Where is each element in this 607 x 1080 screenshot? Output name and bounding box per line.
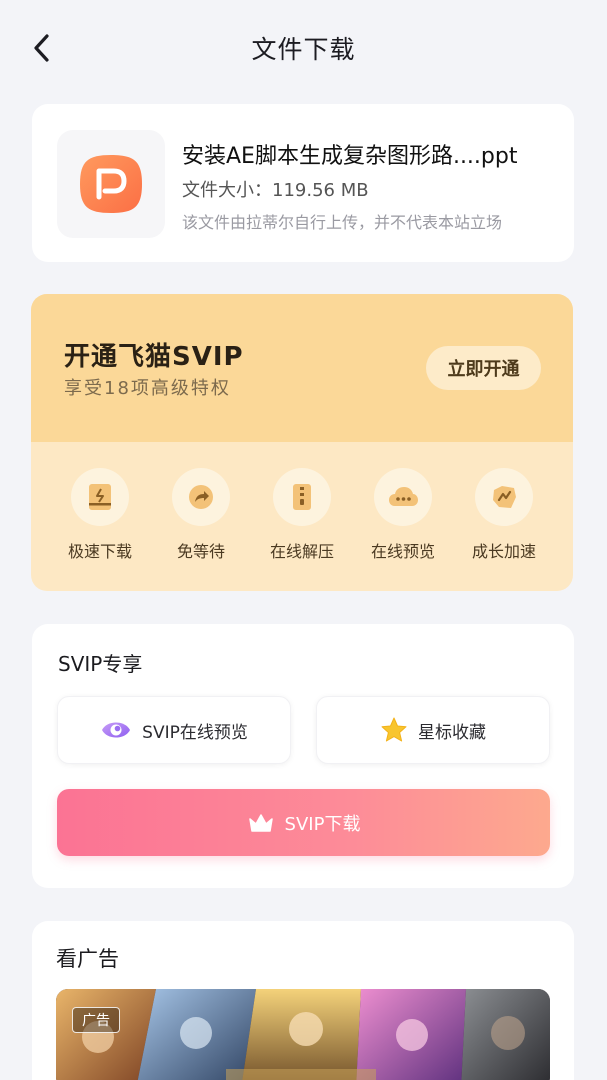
ad-title: 看广告 — [56, 947, 119, 971]
svip-preview-button[interactable]: SVIP在线预览 — [57, 696, 291, 764]
svip-preview-label: SVIP在线预览 — [142, 722, 248, 743]
perk-no-wait[interactable]: 免等待 — [151, 468, 251, 562]
perk-label: 在线解压 — [269, 542, 334, 561]
perk-online-preview[interactable]: 在线预览 — [353, 468, 453, 562]
star-favorite-button[interactable]: 星标收藏 — [316, 696, 550, 764]
svip-promo-card: 开通飞猫SVIP 享受18项高级特权 立即开通 极速下载 免等待 在线解压 在线… — [31, 294, 573, 591]
perk-label: 极速下载 — [67, 542, 132, 561]
file-size: 文件大小：119.56 MB — [182, 176, 369, 202]
svip-exclusive-card: SVIP专享 SVIP在线预览 星标收藏 SVIP下载 — [32, 624, 574, 888]
file-size-value: 119.56 MB — [272, 180, 369, 201]
ad-card: 看广告 广告 — [32, 921, 574, 1080]
perk-online-unzip[interactable]: 在线解压 — [252, 468, 352, 562]
growth-boost-icon — [493, 486, 516, 508]
fast-download-icon — [89, 484, 111, 510]
perk-label: 成长加速 — [471, 542, 536, 561]
zip-icon — [293, 484, 311, 510]
perk-growth-boost[interactable]: 成长加速 — [454, 468, 554, 562]
file-name: 安装AE脚本生成复杂图形路....ppt — [182, 144, 518, 169]
eye-icon — [102, 722, 131, 738]
perk-fast-download[interactable]: 极速下载 — [50, 468, 150, 562]
file-size-label: 文件大小： — [182, 180, 272, 201]
svip-perks-list: 极速下载 免等待 在线解压 在线预览 成长加速 — [31, 442, 573, 591]
ad-tag: 广告 — [72, 1007, 120, 1033]
skip-wait-icon — [189, 485, 213, 509]
svip-download-button[interactable]: SVIP下载 — [57, 789, 550, 856]
star-icon — [381, 717, 407, 742]
open-svip-button[interactable]: 立即开通 — [426, 346, 541, 390]
file-disclaimer: 该文件由拉蒂尔自行上传，并不代表本站立场 — [182, 213, 503, 232]
perk-label: 免等待 — [176, 542, 225, 561]
file-thumbnail — [57, 130, 165, 238]
file-info-card: 安装AE脚本生成复杂图形路....ppt 文件大小：119.56 MB 该文件由… — [32, 104, 574, 262]
svip-promo-subtitle: 享受18项高级特权 — [64, 378, 231, 399]
game-banner-image — [56, 989, 550, 1080]
file-download-page: 文件下载 安装AE脚本生成复杂图形路....ppt 文件大小：119.56 MB… — [0, 0, 607, 1080]
star-favorite-label: 星标收藏 — [418, 722, 486, 743]
perk-label: 在线预览 — [370, 542, 435, 561]
powerpoint-file-icon — [80, 155, 142, 213]
cloud-preview-icon — [389, 487, 418, 506]
svip-download-label: SVIP下载 — [284, 813, 361, 835]
page-title: 文件下载 — [251, 35, 356, 64]
svip-exclusive-title: SVIP专享 — [58, 652, 143, 676]
svip-promo-title: 开通飞猫SVIP — [64, 342, 244, 372]
ad-banner[interactable]: 广告 — [56, 989, 550, 1080]
header: 文件下载 — [0, 0, 607, 96]
crown-icon — [248, 813, 273, 832]
svip-promo-header: 开通飞猫SVIP 享受18项高级特权 立即开通 — [31, 294, 573, 442]
